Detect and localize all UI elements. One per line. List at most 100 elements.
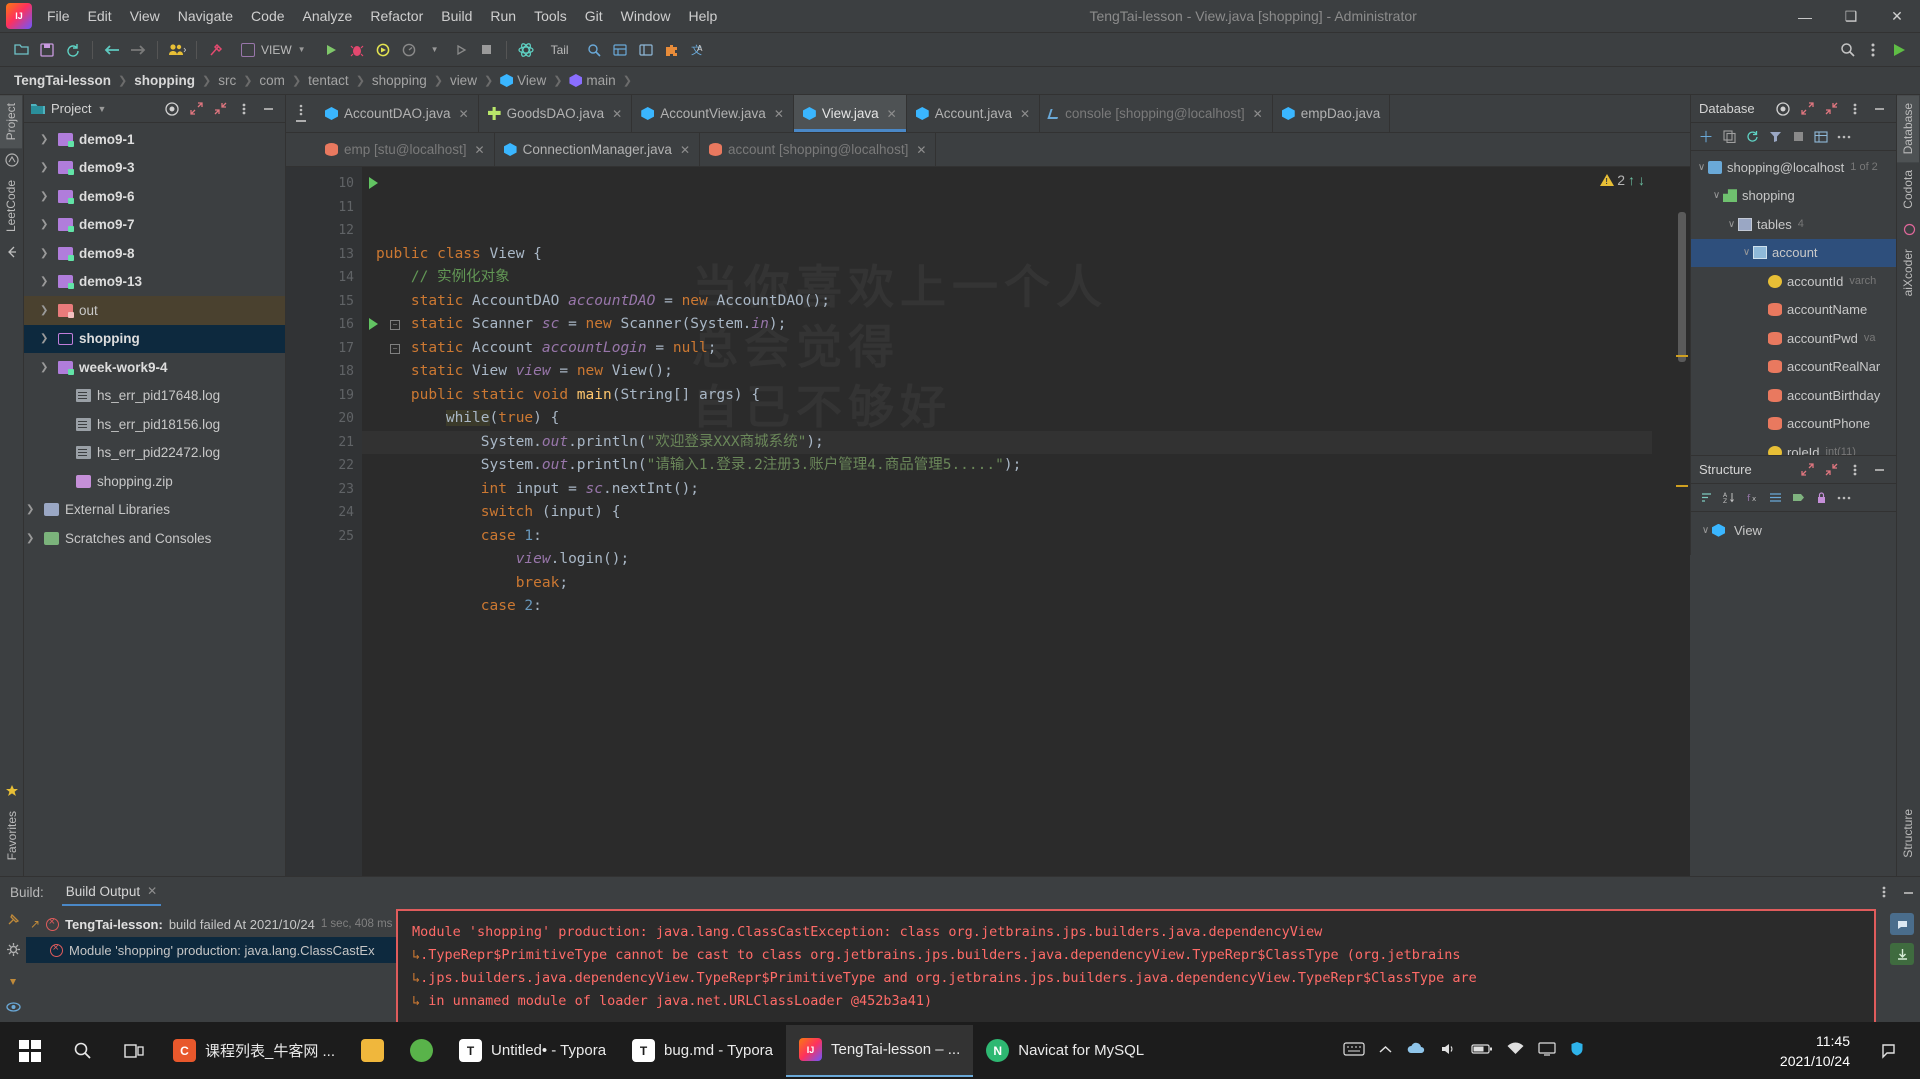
task-view-icon[interactable] (108, 1025, 160, 1077)
tab-accountdao-java[interactable]: AccountDAO.java✕ (316, 95, 479, 132)
chevron-right-icon[interactable]: ❯ (26, 504, 40, 515)
menu-run[interactable]: Run (481, 4, 525, 28)
database-toolbar[interactable]: ＋ (1691, 123, 1896, 151)
more-icon[interactable] (1833, 126, 1855, 148)
right-tool-strip[interactable]: Database Codota aiXcoder Structure (1896, 95, 1920, 876)
menu-edit[interactable]: Edit (79, 4, 121, 28)
close-icon[interactable]: ✕ (459, 107, 469, 121)
chevron-right-icon[interactable]: ❯ (40, 305, 54, 316)
sidebar-item-project[interactable]: Project (0, 95, 22, 148)
menu-git[interactable]: Git (576, 4, 612, 28)
close-button[interactable]: ✕ (1874, 0, 1920, 33)
code-line[interactable]: view.login(); (362, 548, 1690, 572)
sync-icon[interactable] (60, 38, 86, 62)
chevron-right-icon[interactable]: ❯ (40, 276, 54, 287)
chevron-down-icon[interactable]: ∨ (1699, 525, 1712, 536)
battery-icon[interactable] (1471, 1042, 1493, 1059)
target-icon[interactable] (1772, 98, 1794, 120)
hide-icon[interactable] (257, 98, 279, 120)
tree-item-shopping[interactable]: ❯shopping (24, 325, 285, 354)
expand-icon[interactable] (1796, 459, 1818, 481)
windows-taskbar[interactable]: C 课程列表_牛客网 ... T Untitled• - Typora T bu… (0, 1022, 1920, 1079)
onedrive-icon[interactable] (1406, 1042, 1426, 1060)
save-all-icon[interactable] (34, 38, 60, 62)
database-toolbar-icon[interactable] (607, 38, 633, 62)
code-line[interactable]: public class View { (362, 243, 1690, 267)
code-line[interactable]: // 实例化对象 (362, 266, 1690, 290)
filter-icon[interactable] (1764, 126, 1786, 148)
code-line[interactable]: public static void main(String[] args) { (362, 384, 1690, 408)
pin2-icon[interactable] (6, 972, 20, 989)
close-icon[interactable]: ✕ (1253, 107, 1263, 121)
maven-icon[interactable] (0, 148, 24, 172)
tree-item-demo9-7[interactable]: ❯demo9-7 (24, 211, 285, 240)
structure-toolbar[interactable]: AZ fx (1691, 484, 1896, 512)
menu-navigate[interactable]: Navigate (169, 4, 242, 28)
stop-icon[interactable] (1787, 126, 1809, 148)
breadcrumb-item-4[interactable]: tentact (308, 73, 349, 88)
tree-item-demo9-3[interactable]: ❯demo9-3 (24, 154, 285, 183)
run-arrow-green-icon[interactable] (1886, 38, 1912, 62)
chevron-down-icon[interactable]: ▼ (97, 104, 106, 114)
chevron-right-icon[interactable]: ❯ (40, 362, 54, 373)
tree-item-demo9-1[interactable]: ❯demo9-1 (24, 125, 285, 154)
taskbar-app-typora-bugmd[interactable]: T bug.md - Typora (619, 1025, 786, 1077)
tab-goodsdao-java[interactable]: GoodsDAO.java✕ (479, 95, 633, 132)
tail-button[interactable]: Tail (543, 38, 577, 62)
close-icon[interactable]: ✕ (774, 107, 784, 121)
close-icon[interactable]: ✕ (916, 143, 926, 157)
breadcrumb-item-6[interactable]: view (450, 73, 477, 88)
menu-tools[interactable]: Tools (525, 4, 576, 28)
minimize-button[interactable]: — (1782, 0, 1828, 33)
tab-console-shopping[interactable]: console [shopping@localhost]✕ (1040, 95, 1273, 132)
menu-build[interactable]: Build (432, 4, 481, 28)
code-line[interactable]: System.out.println("欢迎登录XXX商城系统"); (362, 431, 1690, 455)
breadcrumb-item-5[interactable]: shopping (372, 73, 427, 88)
build-tree-row-1[interactable]: Module 'shopping' production: java.lang.… (26, 937, 396, 963)
warning-marker[interactable] (1676, 485, 1688, 487)
table-icon[interactable] (1810, 126, 1832, 148)
chevron-right-icon[interactable]: ❯ (40, 134, 54, 145)
close-icon[interactable]: ✕ (1020, 107, 1030, 121)
system-tray[interactable] (1343, 1041, 1594, 1061)
taskbar-clock[interactable]: 11:45 2021/10/24 (1780, 1031, 1864, 1071)
sidebar-item-codota[interactable]: Codota (1897, 162, 1919, 217)
close-icon[interactable]: ✕ (475, 143, 485, 157)
sort-visibility-icon[interactable] (1695, 487, 1717, 509)
structure-tree[interactable]: ∨ View (1691, 512, 1896, 545)
breadcrumb-item-3[interactable]: com (259, 73, 285, 88)
breadcrumb-item-0[interactable]: TengTai-lesson (14, 73, 111, 88)
structure-toolbar-icon[interactable] (633, 38, 659, 62)
build-tree-row-0[interactable]: ↗ TengTai-lesson: build failed At 2021/1… (26, 911, 396, 937)
sidebar-item-structure[interactable]: Structure (1897, 801, 1919, 866)
code-content[interactable]: 当你喜欢上一个人总会觉得自己不够好 public class View { //… (362, 167, 1690, 876)
db-tree-item-accountphone[interactable]: accountPhone (1691, 410, 1896, 439)
tab-accountview-java[interactable]: AccountView.java✕ (632, 95, 794, 132)
plugin-icon[interactable] (659, 38, 685, 62)
atom-icon[interactable] (513, 38, 539, 62)
code-line[interactable]: while(true) { (362, 407, 1690, 431)
more-icon[interactable] (1833, 487, 1855, 509)
chevron-right-icon[interactable]: ❯ (40, 248, 54, 259)
more-icon[interactable] (1844, 459, 1866, 481)
sidebar-item-leetcode[interactable]: LeetCode (0, 172, 22, 240)
code-line[interactable]: static View view = new View(); (362, 360, 1690, 384)
tree-item-log-18156[interactable]: hs_err_pid18156.log (24, 410, 285, 439)
keyboard-icon[interactable] (1343, 1041, 1365, 1061)
taskbar-app-intellij[interactable]: IJ TengTai-lesson – ... (786, 1025, 973, 1077)
taskbar-app-explorer[interactable] (348, 1025, 397, 1077)
favorites-star-icon[interactable] (0, 779, 24, 803)
tab-view-java[interactable]: View.java✕ (794, 95, 907, 132)
chevron-right-icon[interactable]: ❯ (40, 191, 54, 202)
stop-icon[interactable] (474, 38, 500, 62)
copy-icon[interactable] (1718, 126, 1740, 148)
hide-icon[interactable] (1868, 459, 1890, 481)
close-icon[interactable]: ✕ (612, 107, 622, 121)
db-tree-item-accountpwd[interactable]: accountPwdva (1691, 324, 1896, 353)
chevron-right-icon[interactable]: ❯ (40, 162, 54, 173)
db-tree-item-shopping-localhost[interactable]: ∨shopping@localhost1 of 2 (1691, 153, 1896, 182)
target-icon[interactable] (161, 98, 183, 120)
taskbar-app-green[interactable] (397, 1025, 446, 1077)
download-icon[interactable] (1890, 943, 1914, 965)
pin-icon[interactable] (6, 913, 20, 930)
